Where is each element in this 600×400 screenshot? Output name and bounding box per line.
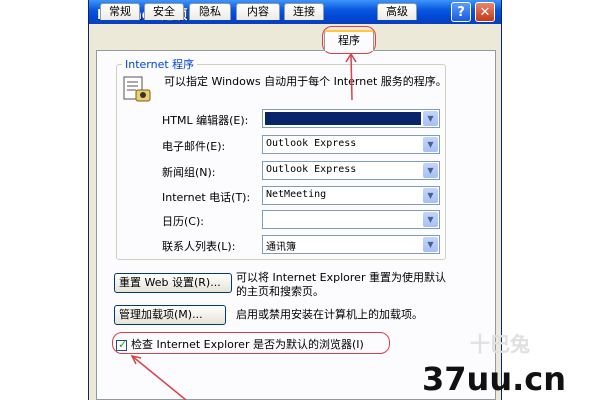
reset-web-description: 可以将 Internet Explorer 重置为使用默认的主页和搜索页。: [236, 271, 446, 298]
chevron-down-icon[interactable]: ▼: [423, 137, 438, 152]
manage-addons-button[interactable]: 管理加载项(M)...: [114, 305, 226, 325]
group-description: 可以指定 Windows 自动用于每个 Internet 服务的程序。: [164, 75, 447, 88]
tab-content[interactable]: 内容: [236, 3, 280, 20]
html-editor-label: HTML 编辑器(E):: [162, 114, 249, 127]
faint-watermark: 十巴兔: [470, 332, 530, 356]
help-button[interactable]: ?: [451, 2, 471, 22]
chevron-down-icon[interactable]: ▼: [423, 212, 438, 227]
contacts-value: 通讯簿: [266, 242, 296, 253]
internet-call-label: Internet 电话(T):: [162, 191, 251, 204]
site-watermark: 37uu.cn: [422, 360, 566, 398]
tab-general[interactable]: 常规: [100, 3, 140, 20]
internet-call-value: NetMeeting: [266, 189, 327, 200]
newsgroups-select[interactable]: Outlook Express ▼: [262, 161, 440, 180]
newsgroups-value: Outlook Express: [266, 164, 357, 175]
chevron-down-icon[interactable]: ▼: [423, 111, 438, 126]
calendar-select[interactable]: ▼: [262, 210, 440, 229]
tab-privacy[interactable]: 隐私: [189, 3, 231, 20]
newsgroups-label: 新闻组(N):: [162, 166, 216, 179]
close-button[interactable]: ✕: [475, 2, 495, 22]
tab-programs[interactable]: 程序: [324, 30, 374, 51]
chevron-down-icon[interactable]: ▼: [423, 188, 438, 203]
contacts-select[interactable]: 通讯簿 ▼: [262, 235, 440, 254]
email-label: 电子邮件(E):: [162, 140, 226, 153]
chevron-down-icon[interactable]: ▼: [423, 237, 438, 252]
checkbox-highlight: [112, 332, 390, 354]
manage-addons-description: 启用或禁用安装在计算机上的加载项。: [236, 308, 423, 321]
contacts-label: 联系人列表(L):: [162, 240, 236, 253]
selection-highlight: [265, 112, 421, 125]
tab-connections[interactable]: 连接: [284, 3, 324, 20]
email-value: Outlook Express: [266, 138, 357, 149]
internet-call-select[interactable]: NetMeeting ▼: [262, 186, 440, 205]
chevron-down-icon[interactable]: ▼: [423, 163, 438, 178]
tab-security[interactable]: 安全: [144, 3, 184, 20]
calendar-label: 日历(C):: [162, 215, 204, 228]
reset-web-settings-button[interactable]: 重置 Web 设置(R)...: [114, 273, 232, 293]
tab-advanced[interactable]: 高级: [377, 3, 417, 20]
html-editor-select[interactable]: ▼: [262, 109, 440, 128]
group-title: Internet 程序: [122, 56, 198, 72]
programs-icon: [123, 76, 151, 102]
email-select[interactable]: Outlook Express ▼: [262, 135, 440, 154]
